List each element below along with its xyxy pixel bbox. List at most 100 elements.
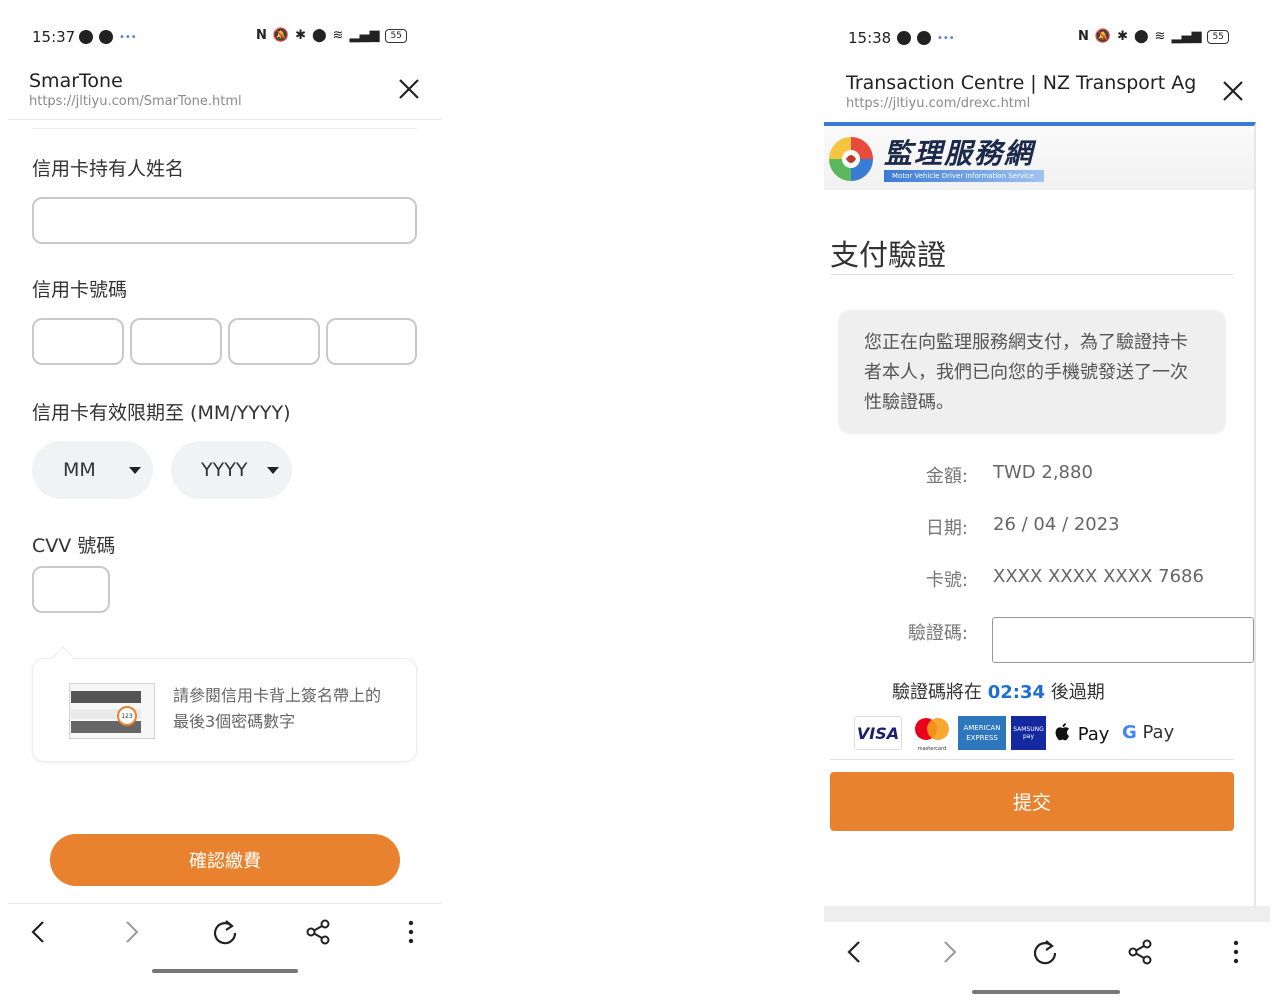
mastercard-logo: mastercard xyxy=(910,716,954,752)
left-phone-screen: 15:37 ••• N 🔕 ✱ ⬤ ≋ ▂▄▆ 55 SmarTone http… xyxy=(8,0,442,1007)
tooltip-arrow xyxy=(51,646,75,670)
notification-icons: ••• xyxy=(897,31,955,45)
samsung-pay-logo: SAMSUNG pay xyxy=(1011,716,1046,750)
amount-value: TWD 2,880 xyxy=(993,462,1093,483)
card-back-icon: 123 xyxy=(69,683,155,739)
code-expiry-notice: 驗證碼將在 02:34 後過期 xyxy=(892,678,1105,704)
google-pay-text: Pay xyxy=(1142,722,1175,743)
page-title: SmarTone xyxy=(29,70,123,92)
nfc-icon: N xyxy=(1078,29,1089,44)
card-number-label: 信用卡號碼 xyxy=(32,279,128,301)
page-bottom-spacer xyxy=(824,906,1270,922)
line-icon xyxy=(917,31,931,45)
status-bar: 15:37 ••• N 🔕 ✱ ⬤ ≋ ▂▄▆ 55 xyxy=(8,28,442,48)
share-icon[interactable] xyxy=(1125,937,1155,967)
dropdown-arrow-icon xyxy=(267,467,279,474)
code-countdown: 02:34 xyxy=(987,682,1046,703)
forward-icon[interactable] xyxy=(934,937,964,967)
expiry-month-select[interactable]: MM xyxy=(32,441,153,499)
wifi-icon: ≋ xyxy=(332,28,344,43)
code-expiry-suffix: 後過期 xyxy=(1050,682,1105,703)
expiry-year-value: YYYY xyxy=(201,459,248,481)
bluetooth-icon: ✱ xyxy=(1117,29,1128,44)
back-icon[interactable] xyxy=(24,917,54,947)
google-g-icon: G xyxy=(1122,722,1137,743)
cvv-hint-text: 請參閱信用卡背上簽名帶上的最後3個密碼數字 xyxy=(173,686,382,731)
logos-divider xyxy=(830,759,1234,760)
more-notifications-icon: ••• xyxy=(937,32,955,44)
wifi-icon: ≋ xyxy=(1154,29,1166,44)
header-divider xyxy=(8,119,442,120)
verification-message: 您正在向監理服務網支付，為了驗證持卡者本人，我們已向您的手機號發送了一次性驗證碼… xyxy=(838,310,1226,434)
location-icon: ⬤ xyxy=(1133,29,1149,44)
svg-text:123: 123 xyxy=(121,713,133,720)
system-icons: N 🔕 ✱ ⬤ ≋ ▂▄▆ 55 xyxy=(1078,29,1229,44)
notification-icons: ••• xyxy=(79,30,137,44)
right-phone-screen: 15:38 ••• N 🔕 ✱ ⬤ ≋ ▂▄▆ 55 Transaction C… xyxy=(824,0,1270,1007)
status-bar: 15:38 ••• N 🔕 ✱ ⬤ ≋ ▂▄▆ 55 xyxy=(824,28,1270,48)
mastercard-text: mastercard xyxy=(917,746,947,752)
bluetooth-icon: ✱ xyxy=(295,28,306,43)
cvv-hint-box: 123 請參閱信用卡背上簽名帶上的最後3個密碼數字 xyxy=(32,646,417,762)
card-number-input-4[interactable] xyxy=(326,318,417,365)
amount-label: 金額: xyxy=(925,466,968,487)
heading-divider xyxy=(830,274,1234,275)
apple-pay-logo: Pay xyxy=(1054,722,1109,745)
expiry-label: 信用卡有效限期至 (MM/YYYY) xyxy=(32,402,291,424)
date-label: 日期: xyxy=(925,518,968,539)
gesture-home-bar[interactable] xyxy=(972,990,1120,994)
visa-logo: VISA xyxy=(854,716,902,750)
amex-logo: AMERICAN EXPRESS xyxy=(958,716,1006,750)
location-icon: ⬤ xyxy=(311,28,327,43)
page-url: https://jltiyu.com/drexc.html xyxy=(846,96,1031,111)
expiry-month-value: MM xyxy=(63,459,96,481)
gesture-home-bar[interactable] xyxy=(152,969,298,973)
close-icon[interactable] xyxy=(1220,78,1246,104)
more-options-icon[interactable] xyxy=(1221,937,1251,967)
code-expiry-prefix: 驗證碼將在 xyxy=(892,682,982,703)
battery-icon: 55 xyxy=(1207,29,1229,44)
mastercard-icon xyxy=(915,718,949,740)
forward-icon[interactable] xyxy=(116,917,146,947)
verification-code-input[interactable] xyxy=(992,617,1254,663)
cvv-label: CVV 號碼 xyxy=(32,535,116,557)
reload-icon[interactable] xyxy=(210,917,240,947)
status-time: 15:38 xyxy=(848,29,892,47)
back-icon[interactable] xyxy=(840,937,870,967)
apple-icon xyxy=(1055,723,1069,741)
card-number-value: XXXX XXXX XXXX 7686 xyxy=(993,566,1204,587)
signal-icon: ▂▄▆ xyxy=(1171,29,1202,44)
form-top-divider xyxy=(32,128,417,129)
expiry-year-select[interactable]: YYYY xyxy=(171,441,292,499)
messenger-icon xyxy=(79,30,93,44)
site-logo-subtitle: Motor Vehicle Driver Information Service xyxy=(884,170,1044,182)
cardholder-label: 信用卡持有人姓名 xyxy=(32,158,185,180)
toolbar-divider xyxy=(8,903,442,904)
site-logo-title: 監理服務網 xyxy=(884,137,1035,170)
submit-button[interactable]: 提交 xyxy=(830,772,1234,831)
card-number-input-3[interactable] xyxy=(228,318,320,365)
status-time: 15:37 xyxy=(32,28,76,46)
card-number-input-1[interactable] xyxy=(32,318,124,365)
reload-icon[interactable] xyxy=(1030,937,1060,967)
cardholder-name-input[interactable] xyxy=(32,197,417,244)
card-number-input-2[interactable] xyxy=(130,318,222,365)
share-icon[interactable] xyxy=(303,917,333,947)
close-icon[interactable] xyxy=(396,76,422,102)
payment-verification-heading: 支付驗證 xyxy=(830,238,947,272)
site-logo-banner: 監理服務網 Motor Vehicle Driver Information S… xyxy=(824,126,1254,190)
date-value: 26 / 04 / 2023 xyxy=(993,514,1120,535)
cvv-input[interactable] xyxy=(32,566,110,613)
more-options-icon[interactable] xyxy=(396,917,426,947)
mute-icon: 🔕 xyxy=(1094,29,1112,44)
dropdown-arrow-icon xyxy=(129,467,141,474)
more-notifications-icon: ••• xyxy=(119,31,137,43)
verification-code-label: 驗證碼: xyxy=(907,623,968,644)
signal-icon: ▂▄▆ xyxy=(349,28,380,43)
site-logo-icon xyxy=(829,137,873,181)
confirm-payment-button[interactable]: 確認繳費 xyxy=(50,834,400,886)
battery-icon: 55 xyxy=(385,28,407,43)
apple-pay-text: Pay xyxy=(1077,724,1110,745)
nfc-icon: N xyxy=(256,28,267,43)
page-url: https://jltiyu.com/SmarTone.html xyxy=(29,94,242,109)
